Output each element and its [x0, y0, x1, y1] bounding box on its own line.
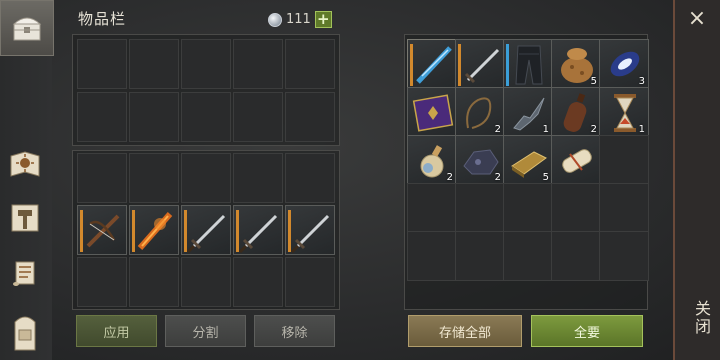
item-quantity: 5 [590, 76, 597, 87]
storage-slot[interactable] [551, 183, 601, 233]
flaming-spear-icon [137, 212, 173, 250]
split-button[interactable]: 分割 [165, 315, 246, 347]
equipment-top-grid [72, 34, 340, 146]
sun-book-icon [10, 151, 40, 177]
hammer-icon [11, 204, 39, 232]
inventory-slot[interactable] [129, 92, 179, 142]
tab-map[interactable] [4, 254, 46, 294]
inventory-slot[interactable] [181, 92, 231, 142]
inventory-slot[interactable] [129, 153, 179, 203]
add-currency-button[interactable]: + [314, 11, 332, 28]
inventory-slot-sword[interactable] [181, 205, 231, 255]
item-quantity: 1 [542, 124, 549, 135]
inventory-slot[interactable] [233, 92, 283, 142]
inventory-slot[interactable] [285, 153, 335, 203]
storage-slot[interactable] [599, 183, 649, 233]
inventory-slot[interactable] [77, 39, 127, 89]
sword-icon [290, 214, 330, 254]
inventory-title: 物品栏 [78, 10, 127, 28]
item-quantity: 2 [494, 124, 501, 135]
storage-slot-parchment-roll[interactable] [551, 135, 601, 185]
inventory-slot[interactable] [77, 92, 127, 142]
tab-journal[interactable] [4, 144, 46, 184]
inventory-slot[interactable] [285, 39, 335, 89]
leather-pants-icon [515, 45, 543, 85]
storage-slot-ice-spear[interactable] [407, 39, 457, 89]
store-all-button[interactable]: 存储全部 [408, 315, 522, 347]
storage-slot-crystal-gem[interactable]: 3 [599, 39, 649, 89]
sword-icon [464, 48, 500, 84]
storage-slot-hourglass[interactable]: 1 [599, 87, 649, 137]
backpack-icon [14, 316, 36, 351]
currency-display: 111 + [268, 11, 332, 28]
inventory-slot[interactable] [181, 257, 231, 307]
inventory-slot-sword[interactable] [233, 205, 283, 255]
item-quantity: 2 [446, 172, 453, 183]
item-quantity: 5 [542, 172, 549, 183]
close-panel[interactable]: × 关闭 [673, 0, 720, 360]
purple-book-icon [412, 94, 454, 132]
tab-crafting[interactable] [4, 198, 46, 238]
item-quantity: 1 [638, 124, 645, 135]
close-icon[interactable]: × [685, 8, 709, 32]
storage-slot-purple-book[interactable] [407, 87, 457, 137]
inventory-slot[interactable] [181, 39, 231, 89]
storage-slot[interactable] [407, 231, 457, 281]
storage-slot-leather-pants[interactable] [503, 39, 553, 89]
take-all-button[interactable]: 全要 [531, 315, 643, 347]
chest-icon [12, 17, 42, 41]
storage-slot-leather-flask[interactable]: 2 [551, 87, 601, 137]
inventory-slot[interactable] [129, 39, 179, 89]
inventory-slot-crossbow[interactable] [77, 205, 127, 255]
tab-inventory[interactable] [0, 0, 54, 56]
inventory-slot[interactable] [129, 257, 179, 307]
storage-slot[interactable] [503, 183, 553, 233]
inventory-slot-sword[interactable] [285, 205, 335, 255]
storage-slot[interactable] [599, 231, 649, 281]
storage-slot[interactable] [455, 183, 505, 233]
tab-column [0, 0, 54, 360]
storage-slot[interactable] [503, 231, 553, 281]
scroll-icon [13, 261, 35, 286]
parchment-roll-icon [562, 149, 592, 173]
inventory-slot[interactable] [181, 153, 231, 203]
remove-button[interactable]: 移除 [254, 315, 335, 347]
storage-slot-bone-jaw[interactable]: 1 [503, 87, 553, 137]
crossbow-icon [86, 214, 120, 248]
storage-slot-potion[interactable]: 2 [407, 135, 457, 185]
storage-slot-sword[interactable] [455, 39, 505, 89]
item-quantity: 2 [590, 124, 597, 135]
inventory-slot[interactable] [285, 92, 335, 142]
item-quantity: 2 [494, 172, 501, 183]
inventory-slot-flaming-spear[interactable] [129, 205, 179, 255]
storage-slot-iron-ore[interactable]: 2 [455, 135, 505, 185]
inventory-slot[interactable] [233, 39, 283, 89]
inventory-slot[interactable] [77, 257, 127, 307]
storage-slot-rope[interactable]: 2 [455, 87, 505, 137]
inventory-screen: 物品栏 111 + 应用 分割 移除 5 3 2 1 2 1 2 2 5 存储全… [0, 0, 720, 360]
inventory-slot[interactable] [233, 153, 283, 203]
sword-icon [238, 214, 278, 254]
ice-spear-icon [416, 46, 452, 84]
currency-amount: 111 [286, 12, 311, 27]
storage-slot-sack[interactable]: 5 [551, 39, 601, 89]
silver-coin-icon [268, 12, 282, 27]
storage-grid: 5 3 2 1 2 1 2 2 5 [404, 34, 649, 310]
item-quantity: 3 [638, 76, 645, 87]
inventory-slot[interactable] [233, 257, 283, 307]
inventory-slot[interactable] [285, 257, 335, 307]
inventory-slot[interactable] [77, 153, 127, 203]
sword-icon [186, 214, 226, 254]
storage-slot[interactable] [407, 183, 457, 233]
storage-slot[interactable] [455, 231, 505, 281]
storage-slot[interactable] [599, 135, 649, 185]
equipment-bottom-grid [72, 150, 340, 310]
storage-slot-gold-ingot[interactable]: 5 [503, 135, 553, 185]
close-label[interactable]: 关闭 [689, 300, 713, 336]
apply-button[interactable]: 应用 [76, 315, 157, 347]
storage-slot[interactable] [551, 231, 601, 281]
tab-character[interactable] [4, 312, 46, 352]
